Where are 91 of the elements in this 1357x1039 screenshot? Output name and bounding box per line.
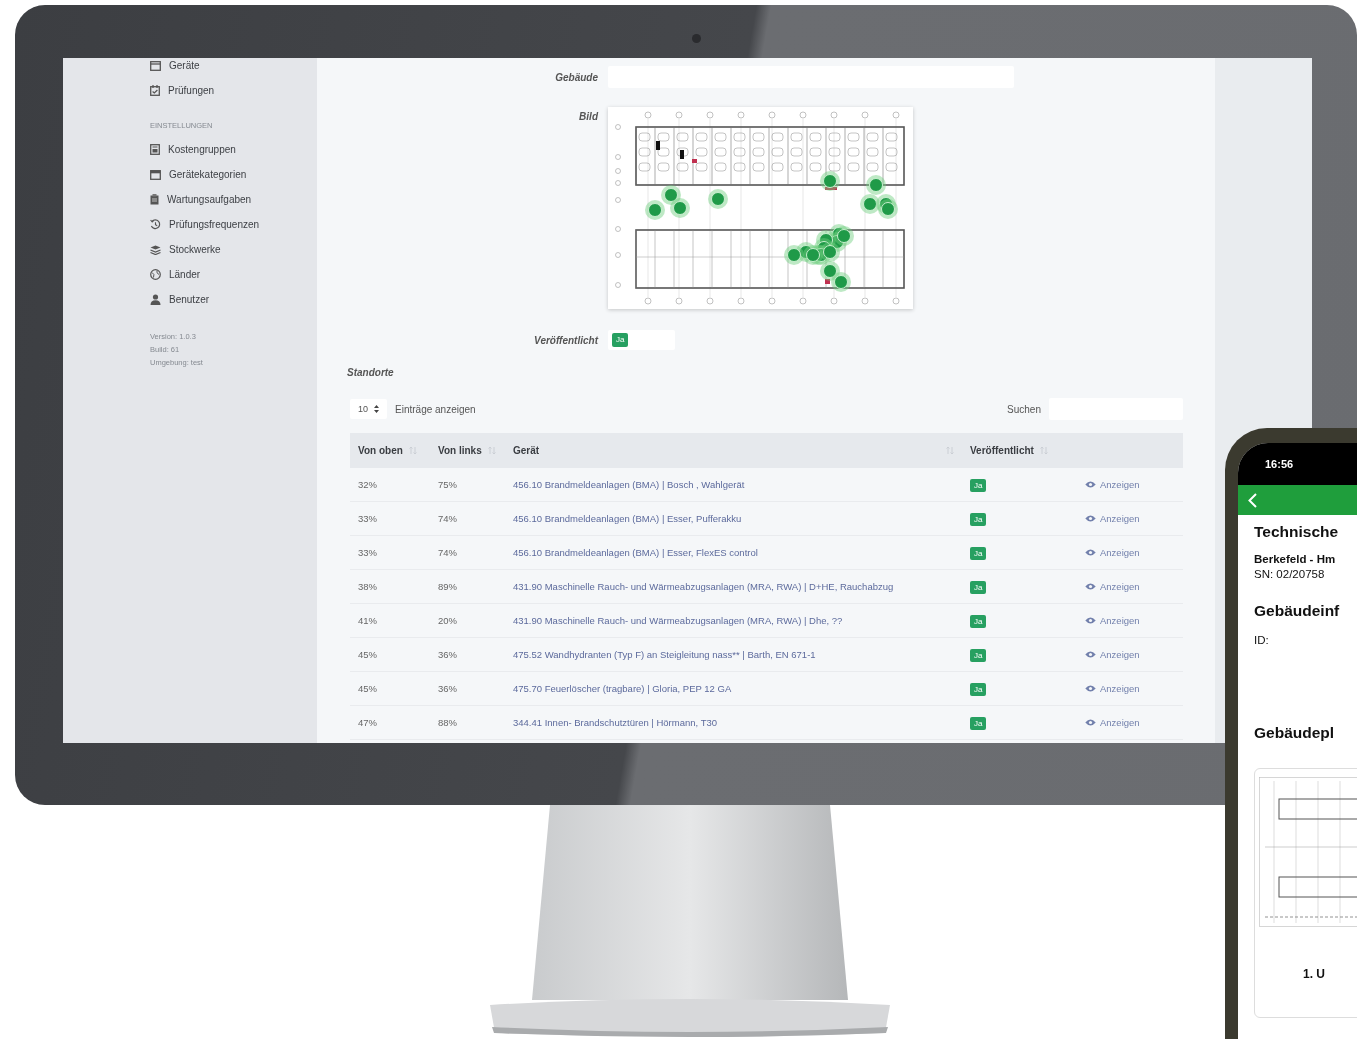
eye-icon xyxy=(1085,481,1096,488)
device-link[interactable]: 475.52 Wandhydranten (Typ F) an Steigleitung nass** | Barth, EN 671-1 xyxy=(513,649,816,660)
view-link[interactable]: Anzeigen xyxy=(1085,513,1140,524)
sidebar-item[interactable]: Prüfungsfrequenzen xyxy=(150,212,317,237)
window-icon xyxy=(150,169,161,180)
status-badge: Ja xyxy=(612,333,629,347)
eye-icon xyxy=(1085,685,1096,692)
table-cell: 47% xyxy=(358,717,377,728)
search-label: Suchen xyxy=(1007,403,1041,415)
table-cell: 33% xyxy=(358,513,377,524)
section-heading: Standorte xyxy=(347,367,395,378)
plan-caption: 1. U xyxy=(1303,967,1325,981)
table-cell: 38% xyxy=(358,581,377,592)
table-cell: 36% xyxy=(438,683,457,694)
eye-icon xyxy=(1085,651,1096,658)
view-link[interactable]: Anzeigen xyxy=(1085,479,1140,490)
view-link[interactable]: Anzeigen xyxy=(1085,683,1140,694)
status-badge: Ja xyxy=(970,614,987,628)
section-heading: Gebäudeinf xyxy=(1254,602,1341,620)
sidebar-item[interactable]: Gerätekategorien xyxy=(150,162,317,187)
table-cell: 41% xyxy=(358,615,377,626)
sidebar-item[interactable]: Stockwerke xyxy=(150,237,317,262)
sidebar-item[interactable]: Benutzer xyxy=(150,287,317,312)
table-cell: 36% xyxy=(438,649,457,660)
serial-number: SN: 02/20758 xyxy=(1254,568,1326,580)
page-title: Technische xyxy=(1254,523,1340,541)
view-link[interactable]: Anzeigen xyxy=(1085,581,1140,592)
field-label: Bild xyxy=(579,111,598,122)
view-link[interactable]: Anzeigen xyxy=(1085,547,1140,558)
device-link[interactable]: 344.41 Innen- Brandschutztüren | Hörmann, T30 xyxy=(513,717,718,728)
status-badge: Ja xyxy=(970,716,987,730)
table-cell: 74% xyxy=(438,513,457,524)
table-cell: 88% xyxy=(438,717,457,728)
table-cell: 32% xyxy=(358,479,377,490)
device-name: Berkefeld - Hm xyxy=(1254,553,1337,565)
document-icon xyxy=(150,144,160,155)
device-link[interactable]: 431.90 Maschinelle Rauch- und Wärmeabzugsanlagen (MRA, RWA) | Dhe, ?? xyxy=(513,615,843,626)
device-link[interactable]: 475.70 Feuerlöscher (tragbare) | Gloria, PEP 12 GA xyxy=(513,683,732,694)
plan-card[interactable]: 1. U xyxy=(1254,768,1357,1018)
field-label: Gebäude xyxy=(555,71,598,83)
sort-icon xyxy=(946,446,954,455)
eye-icon xyxy=(1085,583,1096,590)
device-link[interactable]: 456.10 Brandmeldeanlagen (BMA) | Esser, Pufferakku xyxy=(513,513,742,524)
table-cell: 20% xyxy=(438,615,457,626)
layers-icon xyxy=(150,244,161,255)
sidebar-item[interactable]: Wartungsaufgaben xyxy=(150,187,317,212)
status-time: 16:56 xyxy=(1265,458,1294,470)
field-label: Veröffentlicht xyxy=(534,334,598,346)
sort-icon xyxy=(408,446,417,455)
calendar-check-icon xyxy=(150,85,160,96)
sort-icon xyxy=(1039,446,1048,455)
eye-icon xyxy=(1085,719,1096,726)
status-badge: Ja xyxy=(970,512,987,526)
caret-icon xyxy=(374,405,379,413)
published-field[interactable]: Ja xyxy=(608,330,675,350)
device-link[interactable]: 431.90 Maschinelle Rauch- und Wärmeabzugsanlagen (MRA, RWA) | D+HE, Rauchabzug xyxy=(513,581,894,592)
history-icon xyxy=(150,219,161,230)
status-badge: Ja xyxy=(970,478,987,492)
view-link[interactable]: Anzeigen xyxy=(1085,717,1140,728)
sidebar-item[interactable]: Prüfungen xyxy=(150,78,317,103)
status-badge: Ja xyxy=(970,648,987,662)
view-link[interactable]: Anzeigen xyxy=(1085,649,1140,660)
table-cell: 33% xyxy=(358,547,377,558)
table-cell: 45% xyxy=(358,649,377,660)
eye-icon xyxy=(1085,515,1096,522)
eye-icon xyxy=(1085,617,1096,624)
page-size-select[interactable]: 10 xyxy=(350,399,387,419)
sidebar-item[interactable]: Geräte xyxy=(150,58,317,78)
sidebar-item[interactable]: Länder xyxy=(150,262,317,287)
user-icon xyxy=(150,294,161,305)
camera-icon xyxy=(692,34,701,43)
status-badge: Ja xyxy=(970,580,987,594)
view-link[interactable]: Anzeigen xyxy=(1085,615,1140,626)
eye-icon xyxy=(1085,549,1096,556)
globe-icon xyxy=(150,269,161,280)
device-link[interactable]: 456.10 Brandmeldeanlagen (BMA) | Esser, FlexES control xyxy=(513,547,758,558)
table-cell: 74% xyxy=(438,547,457,558)
table-cell: 45% xyxy=(358,683,377,694)
sidebar-item[interactable]: Kostengruppen xyxy=(150,137,317,162)
field-label: ID: xyxy=(1254,634,1270,646)
window-icon xyxy=(150,60,161,71)
status-badge: Ja xyxy=(970,546,987,560)
back-icon[interactable] xyxy=(1248,492,1257,508)
device-link[interactable]: 456.10 Brandmeldeanlagen (BMA) | Bosch , Wahlgerät xyxy=(513,479,745,490)
clipboard-icon xyxy=(150,194,159,205)
status-badge: Ja xyxy=(970,682,987,696)
table-cell: 89% xyxy=(438,581,457,592)
table-cell: 75% xyxy=(438,479,457,490)
page-size-label: Einträge anzeigen xyxy=(395,403,476,415)
sort-icon xyxy=(487,446,496,455)
section-heading: Gebäudepl xyxy=(1254,724,1336,742)
